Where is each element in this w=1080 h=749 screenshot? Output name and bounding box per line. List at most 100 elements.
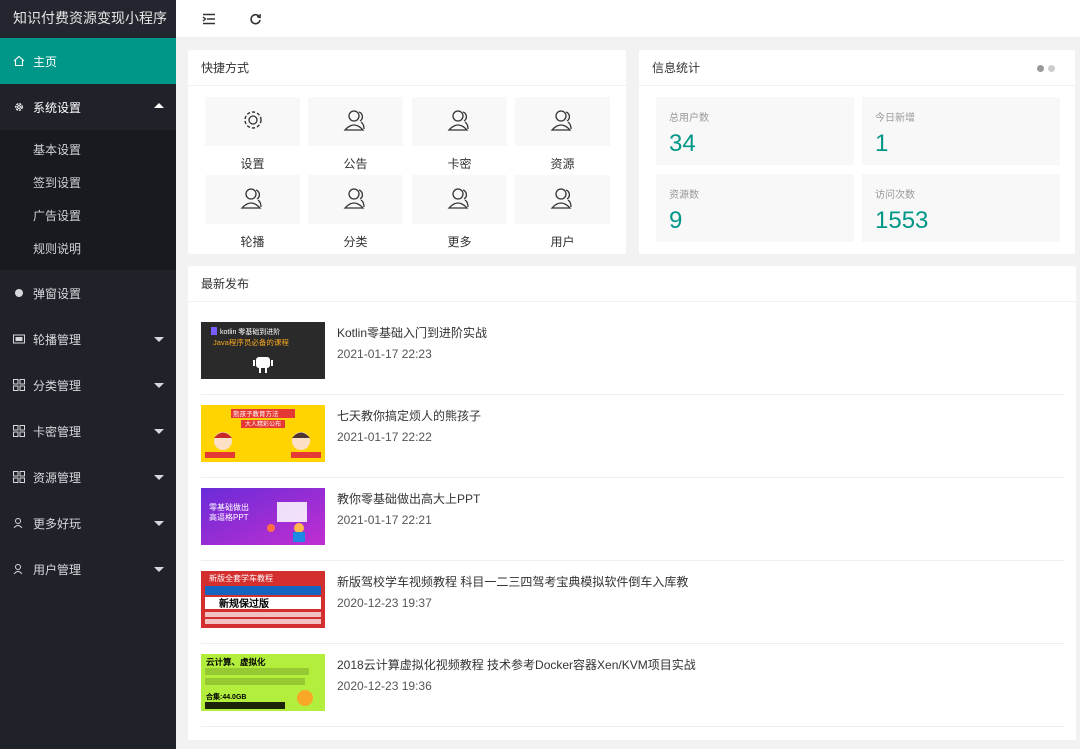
item-time: 2020-12-23 19:36 (337, 679, 432, 693)
shortcut-settings[interactable]: 设置 (205, 97, 300, 172)
image-icon (12, 332, 26, 346)
collapse-menu-icon[interactable] (200, 10, 218, 28)
users-icon (12, 562, 26, 576)
shortcut-users[interactable]: 用户 (515, 175, 610, 250)
shortcut-label: 轮播 (240, 235, 265, 249)
item-title[interactable]: 新版驾校学车视频教程 科目一二三四驾考宝典模拟软件倒车入库教 (337, 573, 688, 590)
shortcut-label: 资源 (550, 157, 575, 171)
list-item: 熊孩子教育方法 大人精彩公布 七天教你搞定烦人的熊孩子 2021-01-17 2… (201, 395, 1064, 478)
submenu-item-checkin-settings[interactable]: 签到设置 (0, 167, 176, 200)
submenu-item-basic-settings[interactable]: 基本设置 (0, 134, 176, 167)
sidebar-item-label: 更多好玩 (33, 516, 82, 531)
sidebar-item-label: 资源管理 (33, 470, 82, 485)
list-item: kotlin 零基础到进阶 Java程序员必备的课程 Kotlin零基础入门到进… (201, 312, 1064, 395)
stat-label: 今日新增 (875, 113, 915, 124)
stat-resources: 资源数 9 (656, 174, 854, 242)
stat-value: 1 (875, 130, 889, 157)
grid-icon (12, 424, 26, 438)
chevron-down-icon (154, 337, 164, 342)
stat-label: 资源数 (669, 190, 699, 201)
stat-total-users: 总用户数 34 (656, 97, 854, 165)
shortcut-card-keys[interactable]: 卡密 (412, 97, 507, 172)
thumb-text: kotlin 零基础到进阶 (220, 327, 280, 336)
sidebar-item-label: 主页 (33, 54, 58, 69)
sidebar-item-label: 分类管理 (33, 378, 82, 393)
item-title[interactable]: 七天教你搞定烦人的熊孩子 (337, 407, 481, 424)
item-time: 2021-01-17 22:22 (337, 430, 432, 444)
system-submenu: 基本设置 签到设置 广告设置 规则说明 (0, 130, 176, 270)
users-icon (343, 186, 369, 213)
stats-card: 信息统计 总用户数 34 今日新增 1 资源数 9 访问次数 1553 (639, 50, 1075, 254)
sidebar: 知识付费资源变现小程序 主页 系统设置 基本设置 签到设置 广告设置 规则说明 … (0, 0, 176, 749)
shortcut-label: 更多 (447, 235, 472, 249)
sidebar-item-carousel[interactable]: 轮播管理 (0, 316, 176, 362)
gear-icon (240, 107, 266, 136)
submenu-item-ad-settings[interactable]: 广告设置 (0, 200, 176, 233)
sidebar-item-system-settings[interactable]: 系统设置 (0, 84, 176, 130)
sidebar-item-label: 弹窗设置 (33, 286, 82, 301)
sidebar-item-more-fun[interactable]: 更多好玩 (0, 500, 176, 546)
chevron-down-icon (154, 429, 164, 434)
item-time: 2021-01-17 22:21 (337, 513, 432, 527)
shortcuts-card: 快捷方式 设置 公告 卡密 资源 轮播 分类 更多 用户 (188, 50, 626, 254)
thumbnail[interactable]: 熊孩子教育方法 大人精彩公布 (201, 405, 325, 462)
sidebar-item-label: 卡密管理 (33, 424, 82, 439)
thumbnail[interactable]: 新版全套学车教程 新规保过版 (201, 571, 325, 628)
users-icon (343, 108, 369, 135)
stat-label: 访问次数 (875, 190, 915, 201)
carousel-dots[interactable] (1037, 65, 1055, 72)
thumbnail[interactable]: kotlin 零基础到进阶 Java程序员必备的课程 (201, 322, 325, 379)
chevron-down-icon (154, 383, 164, 388)
shortcut-more[interactable]: 更多 (412, 175, 507, 250)
item-time: 2021-01-17 22:23 (337, 347, 432, 361)
shortcuts-title: 快捷方式 (188, 50, 626, 86)
shortcut-resources[interactable]: 资源 (515, 97, 610, 172)
thumb-text: 新版全套学车教程 (209, 573, 273, 583)
thumbnail[interactable]: 零基础做出 高逼格PPT (201, 488, 325, 545)
sidebar-item-home[interactable]: 主页 (0, 38, 176, 84)
stat-value: 1553 (875, 207, 929, 234)
top-header (176, 0, 1080, 38)
item-title[interactable]: Kotlin零基础入门到进阶实战 (337, 324, 487, 341)
submenu-item-rules[interactable]: 规则说明 (0, 233, 176, 266)
sidebar-item-card-keys[interactable]: 卡密管理 (0, 408, 176, 454)
thumb-text: 合集:44.0GB (205, 692, 246, 701)
item-title[interactable]: 教你零基础做出高大上PPT (337, 490, 480, 507)
shortcut-label: 公告 (343, 157, 368, 171)
latest-title: 最新发布 (188, 266, 1076, 302)
grid-icon (12, 470, 26, 484)
users-icon (550, 108, 576, 135)
grid-icon (12, 378, 26, 392)
thumb-text: 零基础做出 (209, 502, 249, 512)
home-icon (12, 54, 26, 68)
sidebar-item-category[interactable]: 分类管理 (0, 362, 176, 408)
sidebar-item-user-management[interactable]: 用户管理 (0, 546, 176, 592)
users-icon (550, 186, 576, 213)
refresh-icon[interactable] (246, 10, 264, 28)
users-icon (447, 186, 473, 213)
list-item: 零基础做出 高逼格PPT 教你零基础做出高大上PPT 2021-01-17 22… (201, 478, 1064, 561)
app-title: 知识付费资源变现小程序 (0, 0, 176, 38)
item-title[interactable]: 2018云计算虚拟化视频教程 技术参考Docker容器Xen/KVM项目实战 (337, 656, 696, 673)
shortcut-category[interactable]: 分类 (308, 175, 403, 250)
gear-icon (12, 100, 26, 114)
list-item: 新版全套学车教程 新规保过版 新版驾校学车视频教程 科目一二三四驾考宝典模拟软件… (201, 561, 1064, 644)
sidebar-item-label: 轮播管理 (33, 332, 82, 347)
thumbnail[interactable]: 云计算、虚拟化 合集:44.0GB (201, 654, 325, 711)
sidebar-item-popup-settings[interactable]: 弹窗设置 (0, 270, 176, 316)
chevron-down-icon (154, 475, 164, 480)
stat-value: 34 (669, 130, 696, 157)
sidebar-item-label: 系统设置 (33, 100, 82, 115)
shortcut-label: 卡密 (447, 157, 472, 171)
thumb-text: 新规保过版 (219, 597, 269, 610)
thumb-text: 熊孩子教育方法 (233, 409, 279, 418)
sidebar-item-resources[interactable]: 资源管理 (0, 454, 176, 500)
shortcut-carousel[interactable]: 轮播 (205, 175, 300, 250)
chevron-down-icon (154, 567, 164, 572)
stat-visits: 访问次数 1553 (862, 174, 1060, 242)
thumb-text: Java程序员必备的课程 (213, 337, 289, 347)
shortcut-label: 用户 (550, 235, 575, 249)
shortcut-announcement[interactable]: 公告 (308, 97, 403, 172)
sidebar-item-label: 用户管理 (33, 562, 82, 577)
thumb-text: 高逼格PPT (209, 512, 249, 522)
